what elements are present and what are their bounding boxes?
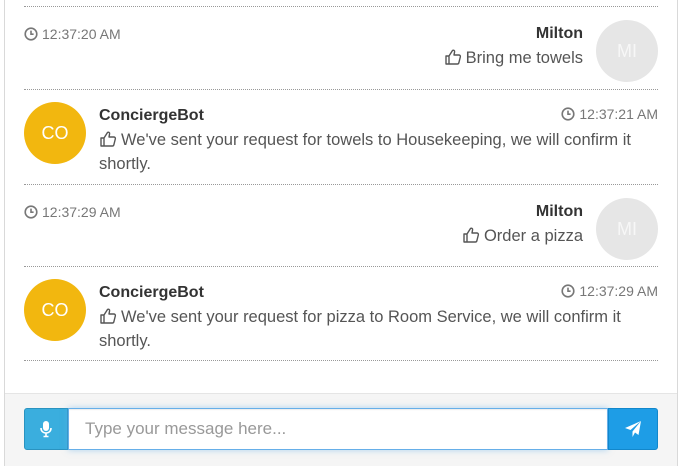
thumbs-up-icon: [100, 131, 117, 147]
message-sender: ConciergeBot: [99, 284, 204, 301]
message-time: 12:37:29 AM: [561, 283, 658, 299]
thumbs-up-icon: [463, 227, 480, 243]
message-time: 12:37:20 AM: [24, 26, 121, 42]
avatar: MI: [596, 198, 658, 260]
divider: [24, 360, 658, 361]
thumbs-up-icon: [444, 49, 461, 65]
message-item: CO ConciergeBot 12:37:21 AM We've sent y…: [24, 90, 658, 184]
divider: [24, 184, 658, 185]
message-time-text: 12:37:20 AM: [42, 26, 121, 42]
message-text: Bring me towels: [444, 46, 583, 70]
message-time-text: 12:37:29 AM: [579, 283, 658, 299]
message-list[interactable]: 12:37:20 AM Milton Bring me towels MI CO…: [24, 0, 658, 392]
clock-icon: [24, 27, 38, 41]
avatar: CO: [24, 102, 86, 164]
paper-plane-icon: [625, 421, 641, 437]
message-text: Order a pizza: [462, 224, 583, 248]
message-text: We've sent your request for pizza to Roo…: [99, 308, 621, 350]
message-item: 12:37:20 AM Milton Bring me towels MI: [24, 8, 658, 88]
composer-bar: [5, 393, 677, 466]
clock-icon: [561, 107, 575, 121]
clock-icon: [24, 205, 38, 219]
send-button[interactable]: [608, 408, 658, 450]
divider: [24, 6, 658, 7]
thumbs-up-icon: [100, 308, 117, 324]
message-input[interactable]: [68, 408, 608, 450]
avatar: CO: [24, 279, 86, 341]
message-sender: Milton: [535, 25, 583, 42]
message-time-text: 12:37:29 AM: [42, 204, 121, 220]
message-time-text: 12:37:21 AM: [579, 106, 658, 122]
message-time: 12:37:29 AM: [24, 204, 121, 220]
avatar: MI: [596, 20, 658, 82]
message-sender: ConciergeBot: [99, 107, 204, 124]
message-text: We've sent your request for towels to Ho…: [99, 131, 631, 173]
message-item: CO ConciergeBot 12:37:29 AM We've sent y…: [24, 267, 658, 361]
message-time: 12:37:21 AM: [561, 106, 658, 122]
microphone-icon: [40, 421, 52, 438]
message-item: 12:37:29 AM Milton Order a pizza MI: [24, 186, 658, 266]
microphone-button[interactable]: [24, 408, 68, 450]
clock-icon: [561, 284, 575, 298]
message-sender: Milton: [535, 203, 583, 220]
